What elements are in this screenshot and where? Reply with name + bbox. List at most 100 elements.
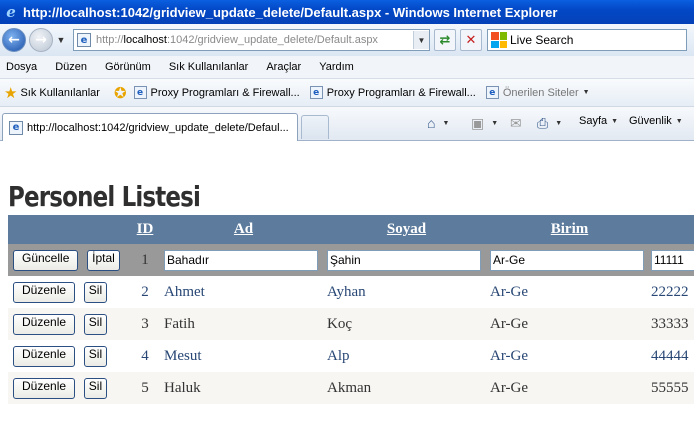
row-id: 1	[128, 244, 162, 276]
row-ad: Mesut	[162, 340, 325, 372]
table-row: Düzenle Sil 3 Fatih Koç Ar-Ge 33333	[8, 308, 694, 340]
delete-button[interactable]: Sil	[83, 313, 108, 335]
row-soyad: Akman	[325, 372, 488, 404]
history-dropdown-button[interactable]: ▼	[55, 35, 67, 45]
search-box[interactable]: Live Search	[487, 29, 687, 51]
address-dropdown-button[interactable]: ▼	[413, 31, 429, 49]
menu-view[interactable]: Görünüm	[105, 61, 151, 73]
row-id: 2	[128, 276, 162, 308]
forward-icon: →	[35, 32, 47, 48]
refresh-icon: ⇄	[439, 32, 451, 48]
grid-header-actions	[8, 215, 128, 244]
forward-button[interactable]: →	[29, 28, 53, 52]
print-icon: ⎙	[537, 115, 549, 131]
page-icon: e	[485, 86, 499, 99]
address-url[interactable]: http://localhost:1042/gridview_update_de…	[96, 34, 413, 46]
grid-header-birim[interactable]: Birim	[488, 215, 651, 244]
tab-active-page[interactable]: e http://localhost:1042/gridview_update_…	[2, 113, 298, 141]
row-birim: Ar-Ge	[488, 308, 651, 340]
row-actions: Düzenle Sil	[8, 308, 128, 340]
page-icon: e	[309, 86, 323, 99]
edit-button[interactable]: Düzenle	[13, 281, 76, 303]
menu-bar: Dosya Düzen Görünüm Sık Kullanılanlar Ar…	[0, 56, 694, 79]
page-icon: e	[133, 86, 147, 99]
stop-icon: ✕	[465, 32, 477, 48]
home-button[interactable]: ⌂ ▼	[427, 115, 449, 131]
ad-input[interactable]: Bahadır	[164, 249, 318, 271]
menu-help[interactable]: Yardım	[319, 61, 354, 73]
menu-file[interactable]: Dosya	[6, 61, 37, 73]
row-ad: Ahmet	[162, 276, 325, 308]
row-actions: Düzenle Sil	[8, 276, 128, 308]
ie-logo-icon: e	[6, 3, 16, 21]
back-icon: ←	[8, 32, 20, 48]
page-icon: e	[9, 120, 23, 135]
refresh-button[interactable]: ⇄	[434, 29, 456, 51]
favorites-button[interactable]: Sık Kullanılanlar	[20, 87, 100, 99]
row-soyad: Koç	[325, 308, 488, 340]
favorites-bar: ★ Sık Kullanılanlar ✪ e Proxy Programları…	[0, 79, 694, 107]
address-toolbar: ← → ▼ e http://localhost:1042/gridview_u…	[0, 24, 694, 56]
add-favorite-icon[interactable]: ✪	[114, 84, 127, 102]
page-icon: e	[77, 33, 91, 47]
edit-button[interactable]: Düzenle	[13, 345, 76, 367]
personnel-grid: ID Ad Soyad Birim Güncelle İptal 1 Bahad…	[8, 215, 694, 404]
favorites-star-icon[interactable]: ★	[4, 84, 17, 102]
back-button[interactable]: ←	[2, 28, 26, 52]
favorite-link-proxy-1[interactable]: e Proxy Programları & Firewall...	[133, 86, 300, 99]
grid-header-id[interactable]: ID	[128, 215, 162, 244]
print-button[interactable]: ⎙ ▼	[537, 115, 562, 132]
grid-header-soyad[interactable]: Soyad	[325, 215, 488, 244]
page-title: Personel Listesi	[8, 180, 201, 213]
row-id: 4	[128, 340, 162, 372]
menu-tools[interactable]: Araçlar	[266, 61, 301, 73]
row-soyad: Alp	[325, 340, 488, 372]
live-search-icon	[491, 32, 507, 48]
row-birim: Ar-Ge	[488, 372, 651, 404]
row-tel: 44444	[651, 340, 694, 372]
table-row: Düzenle Sil 4 Mesut Alp Ar-Ge 44444	[8, 340, 694, 372]
row-ad: Haluk	[162, 372, 325, 404]
row-actions: Düzenle Sil	[8, 340, 128, 372]
cancel-button[interactable]: İptal	[87, 249, 120, 271]
update-button[interactable]: Güncelle	[13, 249, 79, 271]
table-row: Düzenle Sil 5 Haluk Akman Ar-Ge 55555	[8, 372, 694, 404]
edit-button[interactable]: Düzenle	[13, 377, 76, 399]
row-tel: 33333	[651, 308, 694, 340]
window-title-bar: e http://localhost:1042/gridview_update_…	[0, 0, 694, 24]
stop-button[interactable]: ✕	[460, 29, 482, 51]
new-tab-button[interactable]	[301, 115, 329, 139]
row-id: 3	[128, 308, 162, 340]
row-tel: 55555	[651, 372, 694, 404]
row-soyad: Ayhan	[325, 276, 488, 308]
menu-favorites[interactable]: Sık Kullanılanlar	[169, 61, 249, 73]
window-title: http://localhost:1042/gridview_update_de…	[23, 4, 558, 20]
delete-button[interactable]: Sil	[83, 377, 108, 399]
grid-header-ad[interactable]: Ad	[162, 215, 325, 244]
mail-icon: ✉	[510, 115, 522, 131]
feeds-button[interactable]: ▣ ▼	[471, 115, 498, 132]
delete-button[interactable]: Sil	[83, 281, 108, 303]
row-actions: Güncelle İptal	[8, 244, 128, 276]
home-icon: ⌂	[427, 115, 436, 131]
page-menu-button[interactable]: Sayfa ▼	[579, 115, 618, 127]
row-tel: 22222	[651, 276, 694, 308]
grid-header-tel	[651, 215, 694, 244]
delete-button[interactable]: Sil	[83, 345, 108, 367]
tab-bar: e http://localhost:1042/gridview_update_…	[0, 107, 694, 141]
birim-input[interactable]: Ar-Ge	[490, 249, 644, 271]
row-ad: Fatih	[162, 308, 325, 340]
favorite-link-proxy-2[interactable]: e Proxy Programları & Firewall...	[309, 86, 476, 99]
search-input[interactable]: Live Search	[510, 33, 573, 47]
table-row: Düzenle Sil 2 Ahmet Ayhan Ar-Ge 22222	[8, 276, 694, 308]
menu-edit[interactable]: Düzen	[55, 61, 87, 73]
mail-button[interactable]: ✉	[510, 115, 525, 132]
safety-menu-button[interactable]: Güvenlik ▼	[629, 115, 683, 127]
address-bar[interactable]: e http://localhost:1042/gridview_update_…	[73, 29, 430, 51]
soyad-input[interactable]: Şahin	[327, 249, 481, 271]
favorite-link-suggested-sites[interactable]: e Önerilen Siteler ▼	[485, 86, 590, 99]
tel-input[interactable]: 11111	[651, 249, 694, 271]
row-birim: Ar-Ge	[488, 276, 651, 308]
feeds-icon: ▣	[471, 115, 485, 131]
edit-button[interactable]: Düzenle	[13, 313, 76, 335]
